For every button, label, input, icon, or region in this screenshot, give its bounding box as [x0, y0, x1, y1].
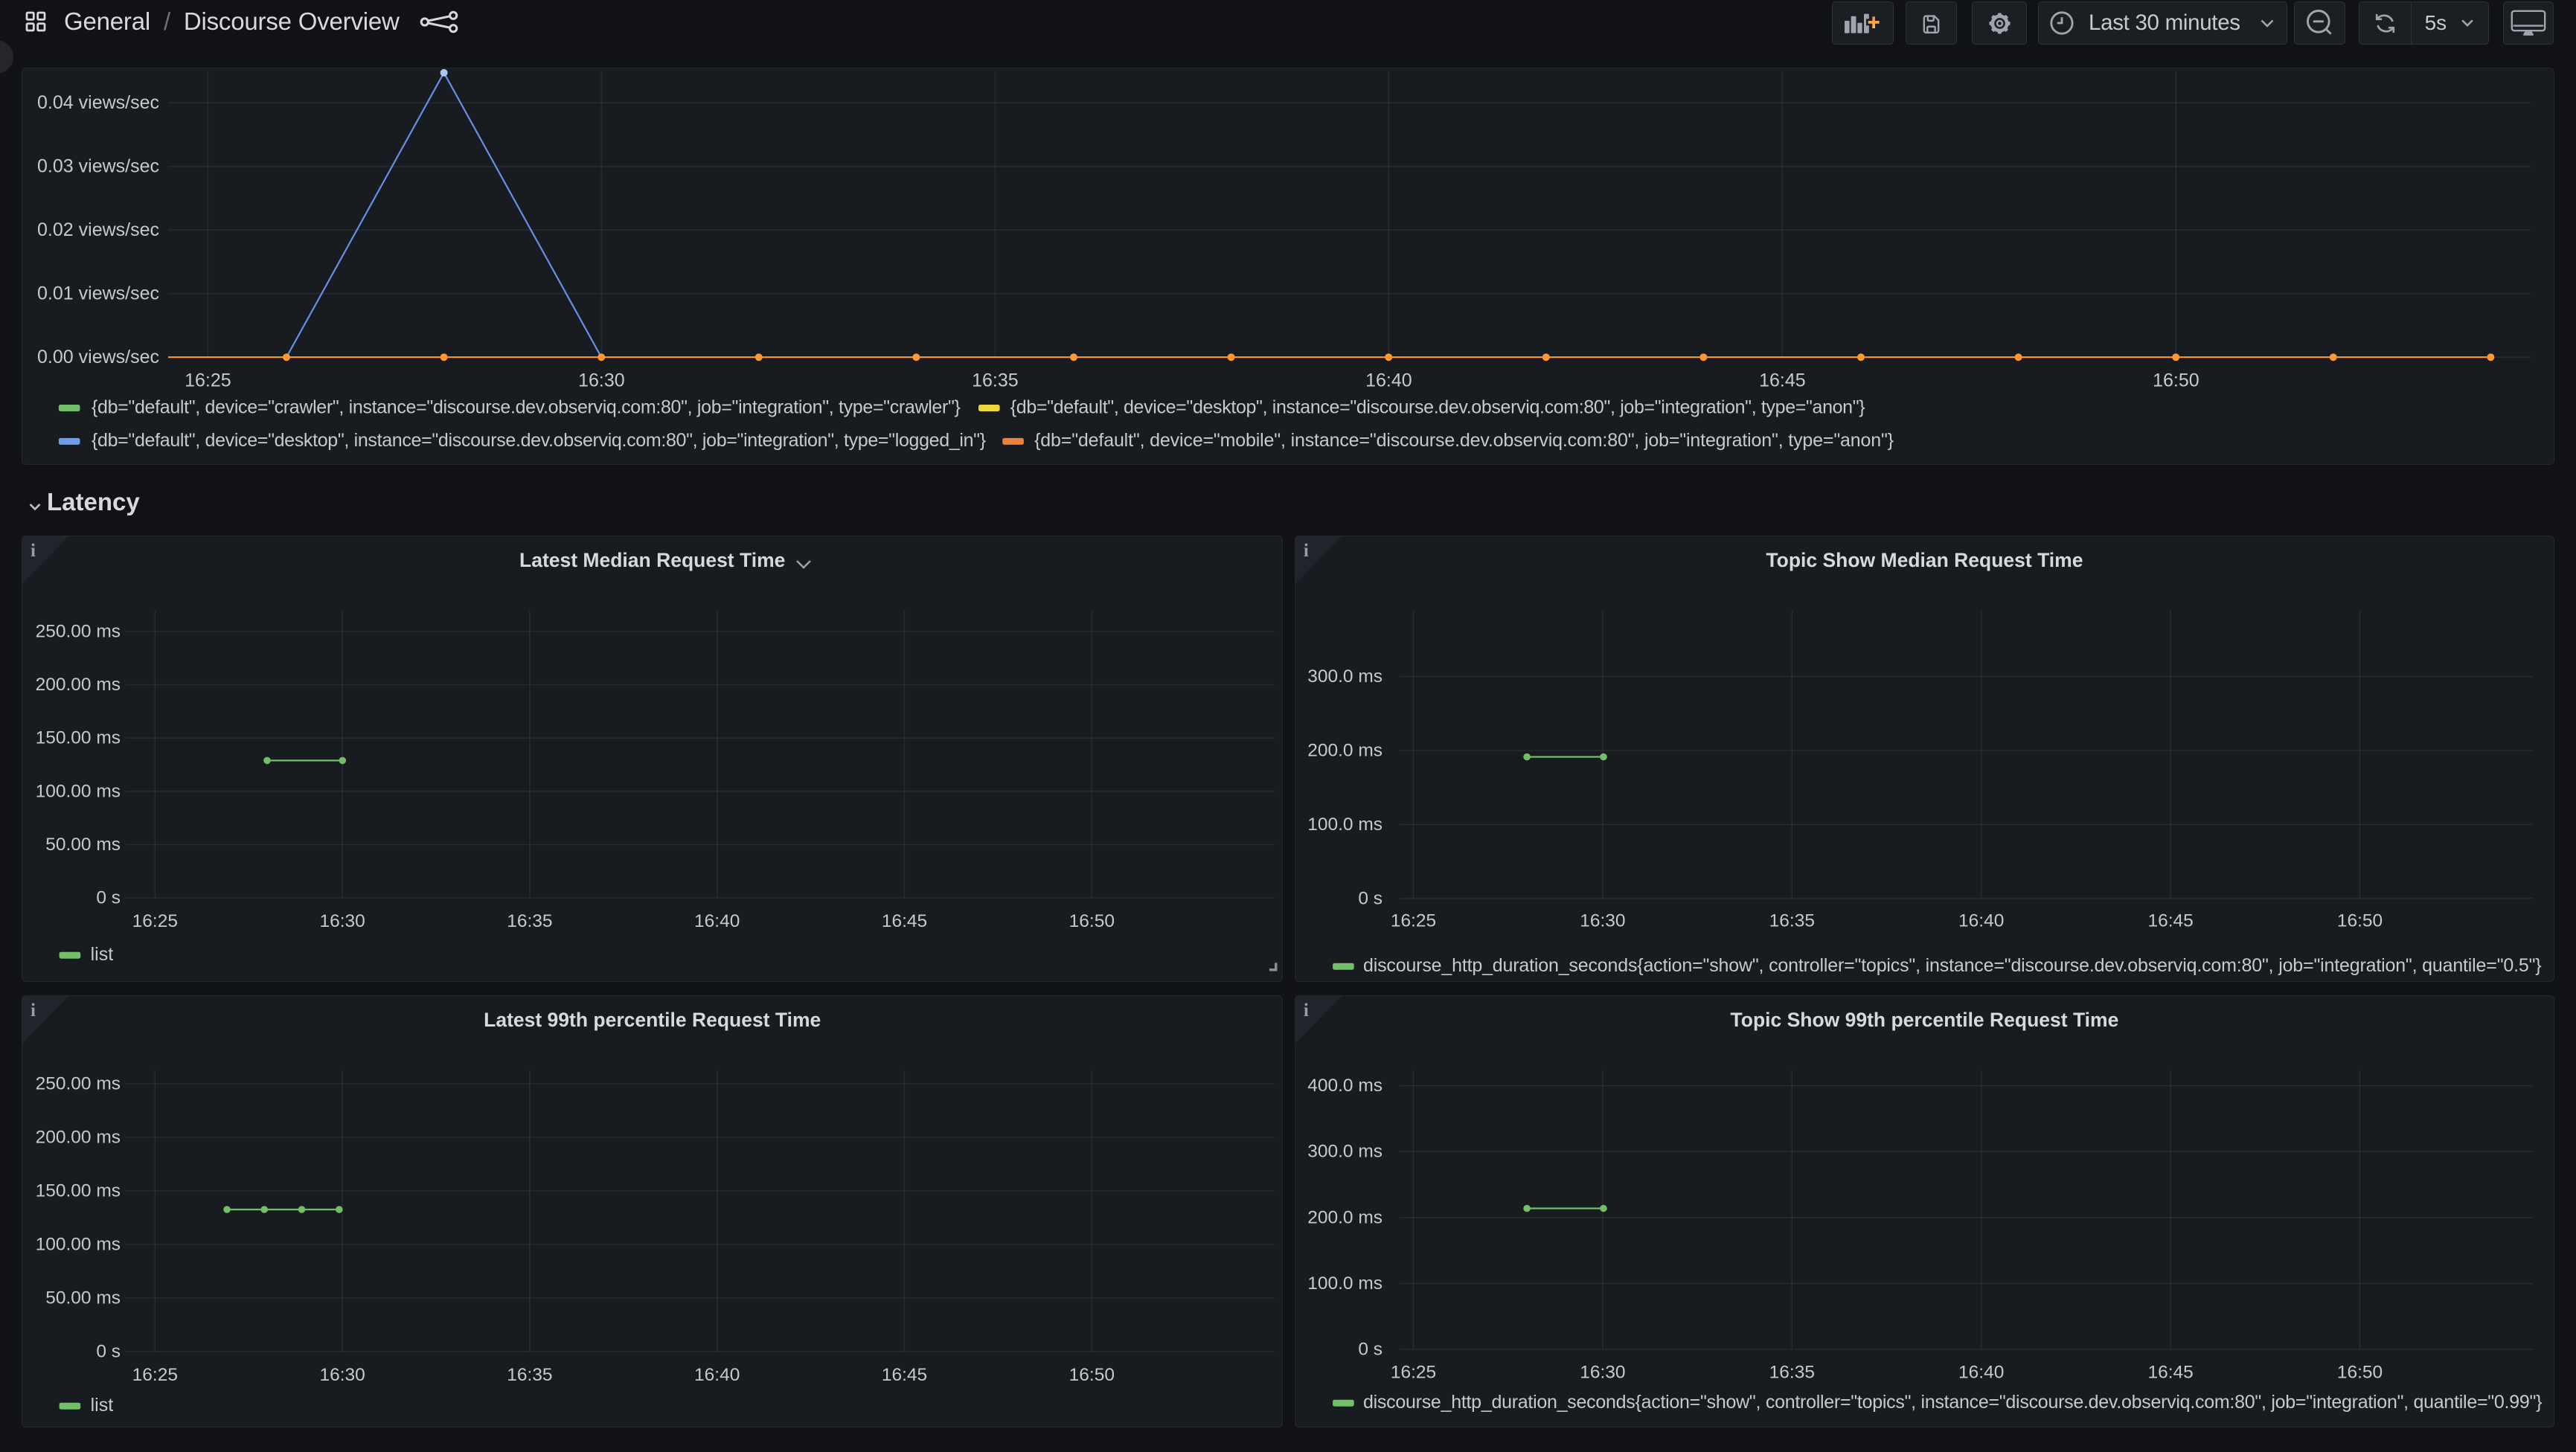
- svg-text:16:30: 16:30: [578, 370, 625, 391]
- svg-text:16:40: 16:40: [1958, 1363, 2004, 1383]
- svg-text:16:45: 16:45: [1759, 370, 1806, 391]
- svg-text:0 s: 0 s: [96, 888, 121, 908]
- svg-text:16:25: 16:25: [1391, 911, 1436, 931]
- svg-text:0 s: 0 s: [1358, 888, 1382, 908]
- svg-text:16:45: 16:45: [2147, 1363, 2193, 1383]
- svg-text:{db="default", device="mobile": {db="default", device="mobile", instance…: [1034, 431, 1894, 452]
- svg-text:0 s: 0 s: [1358, 1340, 1382, 1360]
- svg-text:100.00 ms: 100.00 ms: [36, 1235, 121, 1255]
- svg-text:16:25: 16:25: [132, 1365, 178, 1385]
- svg-text:16:45: 16:45: [882, 911, 927, 931]
- svg-text:16:35: 16:35: [1769, 1363, 1815, 1383]
- svg-text:16:25: 16:25: [132, 911, 178, 931]
- svg-text:16:45: 16:45: [882, 1365, 927, 1385]
- svg-text:16:30: 16:30: [319, 911, 365, 931]
- svg-text:16:30: 16:30: [319, 1365, 365, 1385]
- svg-text:16:35: 16:35: [1769, 911, 1815, 931]
- svg-text:200.0 ms: 200.0 ms: [1307, 1207, 1382, 1227]
- svg-text:16:40: 16:40: [1365, 370, 1412, 391]
- svg-text:0.04 views/sec: 0.04 views/sec: [37, 93, 159, 114]
- svg-text:{db="default", device="crawler: {db="default", device="crawler", instanc…: [92, 397, 961, 418]
- svg-text:16:30: 16:30: [1580, 1363, 1625, 1383]
- svg-text:0 s: 0 s: [96, 1342, 121, 1362]
- svg-text:16:35: 16:35: [507, 1365, 552, 1385]
- svg-text:100.00 ms: 100.00 ms: [36, 781, 121, 801]
- svg-text:16:50: 16:50: [1069, 911, 1115, 931]
- svg-text:200.0 ms: 200.0 ms: [1307, 741, 1382, 761]
- svg-text:16:30: 16:30: [1580, 911, 1625, 931]
- svg-text:{db="default", device="desktop: {db="default", device="desktop", instanc…: [1010, 397, 1865, 418]
- svg-text:16:45: 16:45: [2147, 911, 2193, 931]
- svg-text:300.0 ms: 300.0 ms: [1307, 1142, 1382, 1162]
- svg-text:100.0 ms: 100.0 ms: [1307, 1273, 1382, 1294]
- svg-text:16:25: 16:25: [1391, 1363, 1436, 1383]
- svg-text:0.01 views/sec: 0.01 views/sec: [37, 283, 159, 304]
- svg-text:discourse_http_duration_second: discourse_http_duration_seconds{action="…: [1363, 955, 2541, 976]
- svg-text:250.00 ms: 250.00 ms: [36, 1074, 121, 1094]
- svg-text:50.00 ms: 50.00 ms: [45, 835, 121, 855]
- svg-text:0.03 views/sec: 0.03 views/sec: [37, 156, 159, 177]
- svg-text:{db="default", device="desktop: {db="default", device="desktop", instanc…: [92, 431, 986, 452]
- svg-text:16:50: 16:50: [2337, 1363, 2383, 1383]
- svg-text:16:35: 16:35: [507, 911, 552, 931]
- svg-text:16:50: 16:50: [1069, 1365, 1115, 1385]
- svg-text:150.00 ms: 150.00 ms: [36, 728, 121, 748]
- svg-text:150.00 ms: 150.00 ms: [36, 1181, 121, 1201]
- svg-text:16:35: 16:35: [972, 370, 1019, 391]
- svg-text:400.0 ms: 400.0 ms: [1307, 1076, 1382, 1096]
- svg-text:0.00 views/sec: 0.00 views/sec: [37, 347, 159, 368]
- svg-text:16:50: 16:50: [2153, 370, 2199, 391]
- svg-text:200.00 ms: 200.00 ms: [36, 675, 121, 695]
- svg-text:16:40: 16:40: [694, 1365, 740, 1385]
- svg-text:50.00 ms: 50.00 ms: [45, 1288, 121, 1308]
- svg-text:list: list: [91, 944, 114, 965]
- svg-text:discourse_http_duration_second: discourse_http_duration_seconds{action="…: [1363, 1392, 2542, 1413]
- svg-text:16:40: 16:40: [694, 911, 740, 931]
- svg-text:16:50: 16:50: [2337, 911, 2383, 931]
- svg-text:list: list: [91, 1395, 114, 1416]
- svg-text:250.00 ms: 250.00 ms: [36, 622, 121, 642]
- svg-text:16:40: 16:40: [1958, 911, 2004, 931]
- svg-text:0.02 views/sec: 0.02 views/sec: [37, 220, 159, 241]
- svg-text:300.0 ms: 300.0 ms: [1307, 666, 1382, 687]
- svg-text:200.00 ms: 200.00 ms: [36, 1128, 121, 1148]
- svg-text:100.0 ms: 100.0 ms: [1307, 815, 1382, 835]
- svg-text:16:25: 16:25: [185, 370, 231, 391]
